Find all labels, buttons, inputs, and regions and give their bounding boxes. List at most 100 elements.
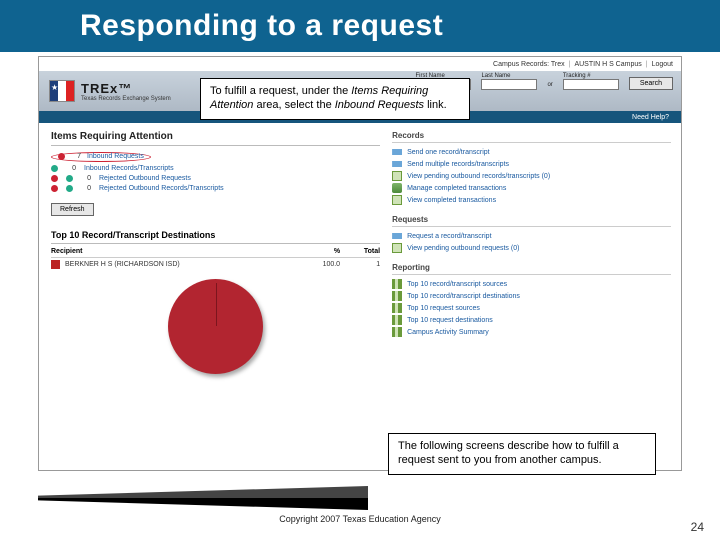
status-dot-icon <box>58 153 65 160</box>
help-link[interactable]: Need Help? <box>632 114 669 121</box>
count: 0 <box>81 185 91 192</box>
list-item[interactable]: View pending outbound records/transcript… <box>392 171 671 181</box>
link-text: Top 10 request sources <box>407 305 480 312</box>
main-content: Items Requiring Attention 7 Inbound Requ… <box>39 123 681 443</box>
context-bar: Campus Records: Trex | AUSTIN H S Campus… <box>39 57 681 71</box>
chart-icon <box>392 327 402 337</box>
status-dot-icon <box>51 185 58 192</box>
chart-icon <box>392 303 402 313</box>
page-number: 24 <box>691 520 704 534</box>
attention-link[interactable]: Rejected Outbound Records/Transcripts <box>99 185 224 192</box>
logout-link[interactable]: Logout <box>652 61 673 68</box>
list-item[interactable]: Top 10 record/transcript sources <box>392 279 671 289</box>
col-pct: % <box>300 248 340 255</box>
right-column: Records Send one record/transcript Send … <box>392 123 681 443</box>
list-item[interactable]: Campus Activity Summary <box>392 327 671 337</box>
list-item[interactable]: View completed transactions <box>392 195 671 205</box>
slide-title: Responding to a request <box>80 9 443 43</box>
callout-text: To fulfill a request, under the <box>210 85 351 97</box>
decorative-wedge <box>38 486 368 510</box>
list-item[interactable]: Request a record/transcript <box>392 231 671 241</box>
link-text: Top 10 record/transcript sources <box>407 281 507 288</box>
left-column: Items Requiring Attention 7 Inbound Requ… <box>39 123 392 443</box>
slide-title-bar: Responding to a request <box>0 0 720 52</box>
list-item[interactable]: Top 10 record/transcript destinations <box>392 291 671 301</box>
pie-chart-wrap <box>51 279 380 374</box>
link-text: Send multiple records/transcripts <box>407 161 509 168</box>
tracking-input[interactable] <box>563 79 619 90</box>
inbound-requests-link[interactable]: Inbound Requests <box>87 153 144 160</box>
recipient-total: 1 <box>340 261 380 268</box>
recipient-pct: 100.0 <box>300 261 340 268</box>
context-campus: AUSTIN H S Campus <box>574 61 641 68</box>
link-text: Top 10 record/transcript destinations <box>407 293 520 300</box>
tracking-field: Tracking # <box>563 73 619 90</box>
search-button[interactable]: Search <box>629 77 673 90</box>
list-item[interactable]: Top 10 request sources <box>392 303 671 313</box>
list-item[interactable]: View pending outbound requests (0) <box>392 243 671 253</box>
inbound-requests-highlight: 7 Inbound Requests <box>51 152 151 162</box>
chart-icon <box>392 279 402 289</box>
attention-link[interactable]: Rejected Outbound Requests <box>99 175 191 182</box>
link-text: Request a record/transcript <box>407 233 491 240</box>
callout-text: link. <box>424 99 447 111</box>
chart-icon <box>392 315 402 325</box>
callout-em: Inbound Requests <box>335 99 424 111</box>
top10-title: Top 10 Record/Transcript Destinations <box>51 230 380 244</box>
attention-row-inbound-requests: 7 Inbound Requests <box>51 152 380 162</box>
or-label: or <box>547 82 552 90</box>
status-dot-icon <box>66 185 73 192</box>
brand-name: TREx™ <box>81 81 171 96</box>
col-recipient: Recipient <box>51 248 300 255</box>
records-section: Records Send one record/transcript Send … <box>392 131 671 205</box>
link-text: Top 10 request destinations <box>407 317 493 324</box>
table-row: BERKNER H S (RICHARDSON ISD) 100.0 1 <box>51 258 380 271</box>
pie-chart <box>168 279 263 374</box>
list-item[interactable]: Manage completed transactions <box>392 183 671 193</box>
reporting-section: Reporting Top 10 record/transcript sourc… <box>392 263 671 337</box>
list-item[interactable]: Send one record/transcript <box>392 147 671 157</box>
attention-row: 0 Rejected Outbound Records/Transcripts <box>51 185 380 192</box>
list-item[interactable]: Top 10 request destinations <box>392 315 671 325</box>
count: 0 <box>66 165 76 172</box>
attention-row: 0 Inbound Records/Transcripts <box>51 165 380 172</box>
mail-icon <box>392 147 402 157</box>
doc-icon <box>392 171 402 181</box>
refresh-button[interactable]: Refresh <box>51 203 94 216</box>
top10-header: Recipient % Total <box>51 248 380 258</box>
context-label: Campus Records: Trex <box>493 61 565 68</box>
status-dot-icon <box>51 165 58 172</box>
chart-icon <box>392 291 402 301</box>
mail-icon <box>392 159 402 169</box>
attention-row: 0 Rejected Outbound Requests <box>51 175 380 182</box>
mail-icon <box>392 231 402 241</box>
records-title: Records <box>392 131 671 143</box>
link-text: View completed transactions <box>407 197 496 204</box>
callout-top: To fulfill a request, under the Items Re… <box>200 78 470 120</box>
callout-bottom: The following screens describe how to fu… <box>388 433 656 475</box>
link-text: Send one record/transcript <box>407 149 490 156</box>
last-name-input[interactable] <box>481 79 537 90</box>
col-total: Total <box>340 248 380 255</box>
attention-title: Items Requiring Attention <box>51 131 380 146</box>
attention-link[interactable]: Inbound Records/Transcripts <box>84 165 174 172</box>
copyright: Copyright 2007 Texas Education Agency <box>0 514 720 524</box>
link-text: View pending outbound requests (0) <box>407 245 519 252</box>
list-item[interactable]: Send multiple records/transcripts <box>392 159 671 169</box>
color-swatch-icon <box>51 260 60 269</box>
link-text: View pending outbound records/transcript… <box>407 173 550 180</box>
doc-icon <box>392 243 402 253</box>
status-dot-icon <box>51 175 58 182</box>
callout-text: The following screens describe how to fu… <box>398 440 619 466</box>
requests-section: Requests Request a record/transcript Vie… <box>392 215 671 253</box>
brand-subtitle: Texas Records Exchange System <box>81 96 171 102</box>
database-icon <box>392 183 402 193</box>
last-name-field: Last Name <box>481 73 537 90</box>
reporting-title: Reporting <box>392 263 671 275</box>
status-dot-icon <box>66 175 73 182</box>
link-text: Manage completed transactions <box>407 185 506 192</box>
callout-text: area, select the <box>253 99 334 111</box>
link-text: Campus Activity Summary <box>407 329 489 336</box>
doc-icon <box>392 195 402 205</box>
count: 7 <box>71 153 81 160</box>
